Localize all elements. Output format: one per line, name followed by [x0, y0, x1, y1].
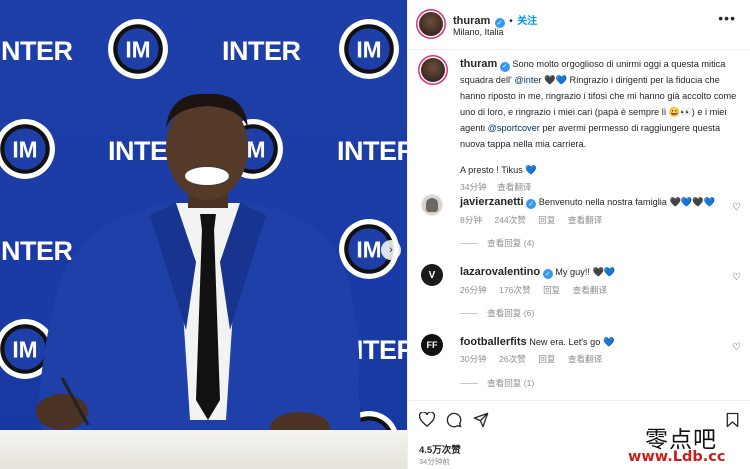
signing-desk: [0, 430, 407, 469]
caption-text: thuram ✓ Sono molto orgoglioso di unirmi…: [460, 56, 740, 195]
comment-meta: 26分钟 176次赞 回复 查看翻译: [460, 284, 725, 296]
comment-bubble-icon[interactable]: [446, 412, 462, 428]
view-replies-button[interactable]: 查看回复 (6): [460, 307, 534, 319]
verified-badge-icon: ✓: [542, 269, 553, 279]
verified-badge-icon: ✓: [526, 199, 537, 209]
see-translation-link[interactable]: 查看翻译: [568, 215, 602, 225]
avatar[interactable]: [419, 12, 443, 36]
post-header: thuram ✓ • 关注 Milano, Italia •••: [408, 0, 750, 50]
mention-link[interactable]: @inter: [514, 75, 541, 85]
comment-likes[interactable]: 176次赞: [499, 285, 531, 295]
caption-signoff: A presto ! Tikus 💙: [460, 165, 537, 175]
more-options-icon[interactable]: •••: [718, 10, 736, 26]
comment-time: 26分钟: [460, 285, 487, 295]
comment-meta: 30分钟 26次赞 回复 查看翻译: [460, 353, 725, 365]
next-photo-button[interactable]: ›: [381, 240, 401, 260]
follow-button[interactable]: 关注: [517, 16, 537, 27]
comment-body: footballerfits New era. Let's go 💙 30分钟 …: [460, 336, 725, 365]
watermark-url: www.Ldb.cc: [628, 449, 726, 465]
avatar[interactable]: FF: [421, 334, 443, 356]
mention-link[interactable]: @sportcover: [488, 123, 540, 133]
post-sidebar: thuram ✓ • 关注 Milano, Italia ••• thuram …: [407, 0, 750, 469]
reply-button[interactable]: 回复: [538, 215, 555, 225]
comment-body: lazarovalentino ✓ My guy!! 🖤💙 26分钟 176次赞…: [460, 266, 725, 296]
chevron-right-icon: ›: [389, 243, 393, 256]
see-translation-link[interactable]: 查看翻译: [568, 354, 602, 364]
location-link[interactable]: Milano, Italia: [453, 27, 504, 37]
comment-like-icon[interactable]: ♡: [732, 272, 741, 283]
comment-like-icon[interactable]: ♡: [732, 342, 741, 353]
comment-text: New era. Let's go 💙: [529, 337, 615, 347]
bookmark-icon[interactable]: [726, 412, 739, 428]
likes-count[interactable]: 4.5万次赞: [419, 442, 461, 456]
see-translation-link[interactable]: 查看翻译: [497, 182, 531, 192]
comment-time: 30分钟: [460, 354, 487, 364]
comment-likes[interactable]: 244次赞: [494, 215, 526, 225]
caption-username[interactable]: thuram: [460, 58, 497, 70]
comment-meta: 8分钟 244次赞 回复 查看翻译: [460, 214, 725, 226]
view-replies-button[interactable]: 查看回复 (1): [460, 377, 534, 389]
reply-button[interactable]: 回复: [543, 285, 560, 295]
separator-dot: •: [509, 16, 513, 27]
username-link[interactable]: thuram: [453, 15, 490, 27]
reply-button[interactable]: 回复: [538, 354, 555, 364]
comment-text: My guy!! 🖤💙: [555, 267, 616, 277]
verified-badge-icon: ✓: [499, 62, 510, 72]
view-replies-button[interactable]: 查看回复 (4): [460, 237, 534, 249]
comment-likes[interactable]: 26次赞: [499, 354, 526, 364]
avatar-initial: V: [428, 269, 436, 281]
comment-username[interactable]: javierzanetti: [460, 196, 524, 208]
comment-time: 8分钟: [460, 215, 482, 225]
comment-body: javierzanetti ✓ Benvenuto nella nostra f…: [460, 196, 725, 226]
player-figure: [36, 93, 362, 444]
avatar[interactable]: [421, 194, 443, 216]
post-age: 34分钟前: [419, 457, 450, 466]
see-translation-link[interactable]: 查看翻译: [573, 285, 607, 295]
caption-meta: 34分钟 查看翻译: [460, 179, 740, 195]
comment-username[interactable]: lazarovalentino: [460, 266, 540, 278]
comment-like-icon[interactable]: ♡: [732, 202, 741, 213]
caption-avatar[interactable]: [421, 58, 445, 82]
post-photo: INTER INTER INTER INTER INTER INTER IM I…: [0, 0, 407, 469]
avatar-initial: FF: [426, 340, 438, 350]
comment-text: Benvenuto nella nostra famiglia 🖤💙🖤💙: [538, 197, 716, 207]
caption-time: 34分钟: [460, 182, 487, 192]
avatar[interactable]: V: [421, 264, 443, 286]
like-heart-icon[interactable]: [419, 412, 435, 427]
share-send-icon[interactable]: [473, 412, 489, 428]
comment-username[interactable]: footballerfits: [460, 336, 527, 348]
